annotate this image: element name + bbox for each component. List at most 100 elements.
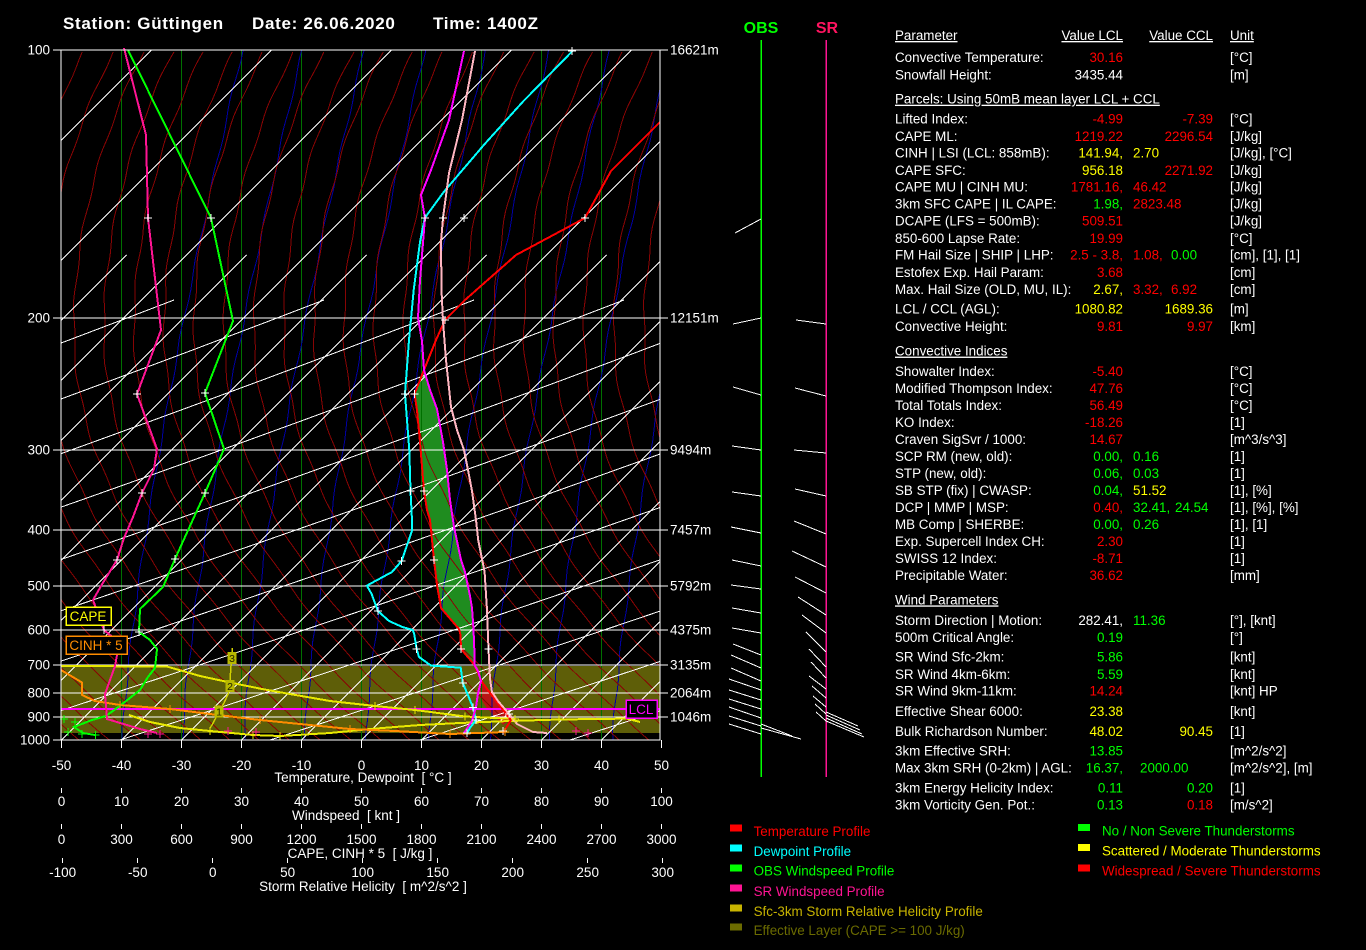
svg-text:Precipitable Water:: Precipitable Water: [895, 568, 1008, 583]
svg-text:[cm], [1], [1]: [cm], [1], [1] [1230, 248, 1300, 263]
svg-text:[1]: [1] [1230, 551, 1245, 566]
svg-text:[m]: [m] [1230, 67, 1249, 82]
svg-text:3km Effective SRH:: 3km Effective SRH: [895, 744, 1011, 759]
svg-text:[1], [1]: [1], [1] [1230, 517, 1267, 532]
svg-text:[J/kg], [°C]: [J/kg], [°C] [1230, 145, 1292, 160]
svg-text:-8.71: -8.71 [1092, 551, 1123, 566]
svg-text:[1]: [1] [1230, 724, 1245, 739]
svg-text:13.85: 13.85 [1089, 744, 1123, 759]
svg-text:40: 40 [594, 758, 609, 773]
svg-text:46.42: 46.42 [1133, 180, 1167, 195]
svg-text:36.62: 36.62 [1089, 568, 1123, 583]
svg-text:300: 300 [651, 865, 674, 880]
svg-text:SR Wind 4km-6km:: SR Wind 4km-6km: [895, 667, 1010, 682]
svg-text:-20: -20 [232, 758, 252, 773]
svg-text:SWISS 12 Index:: SWISS 12 Index: [895, 551, 997, 566]
svg-text:[J/kg]: [J/kg] [1230, 180, 1262, 195]
svg-text:141.94,: 141.94, [1078, 145, 1123, 160]
svg-text:1: 1 [216, 707, 222, 719]
svg-text:Max. Hail Size (OLD, MU, IL):: Max. Hail Size (OLD, MU, IL): [895, 282, 1071, 297]
svg-text:60: 60 [414, 794, 429, 809]
svg-text:5.59: 5.59 [1097, 667, 1123, 682]
svg-text:-7.39: -7.39 [1182, 112, 1213, 127]
svg-text:[1], [%]: [1], [%] [1230, 483, 1272, 498]
svg-text:400: 400 [27, 523, 50, 538]
svg-text:0.06,: 0.06, [1093, 466, 1123, 481]
svg-text:Dewpoint Profile: Dewpoint Profile [754, 844, 852, 859]
svg-text:2823.48: 2823.48 [1133, 197, 1181, 212]
svg-text:Value CCL: Value CCL [1149, 28, 1213, 43]
svg-text:OBS Windspeed Profile: OBS Windspeed Profile [754, 864, 895, 879]
svg-text:[knt]: [knt] [1230, 667, 1255, 682]
svg-text:[1]: [1] [1230, 781, 1245, 796]
svg-text:23.38: 23.38 [1089, 704, 1123, 719]
svg-text:0.19: 0.19 [1097, 630, 1123, 645]
svg-text:20: 20 [174, 794, 189, 809]
svg-text:500: 500 [27, 579, 50, 594]
svg-text:48.02: 48.02 [1089, 724, 1123, 739]
svg-text:9494m: 9494m [670, 443, 711, 458]
svg-text:51.52: 51.52 [1133, 483, 1167, 498]
svg-text:14.24: 14.24 [1089, 684, 1123, 699]
svg-text:[°C]: [°C] [1230, 112, 1252, 127]
svg-text:100: 100 [351, 865, 374, 880]
svg-text:Showalter Index:: Showalter Index: [895, 364, 995, 379]
svg-text:[°C]: [°C] [1230, 398, 1252, 413]
svg-text:[°C]: [°C] [1230, 231, 1252, 246]
svg-text:[1]: [1] [1230, 466, 1245, 481]
svg-text:16621m: 16621m [670, 43, 719, 58]
svg-text:3.68: 3.68 [1097, 265, 1123, 280]
svg-text:CAPE: CAPE [70, 609, 107, 624]
svg-text:3000: 3000 [646, 832, 676, 847]
svg-text:14.67: 14.67 [1089, 432, 1123, 447]
svg-text:SR: SR [816, 20, 839, 37]
svg-text:900: 900 [27, 710, 50, 725]
svg-text:-5.40: -5.40 [1092, 364, 1123, 379]
svg-text:CAPE, CINH * 5 [ J/kg ]: CAPE, CINH * 5 [ J/kg ] [288, 846, 433, 861]
svg-text:1689.36: 1689.36 [1165, 301, 1213, 316]
svg-text:0.00,: 0.00, [1093, 449, 1123, 464]
svg-text:9.97: 9.97 [1187, 319, 1213, 334]
svg-text:Convective Height:: Convective Height: [895, 319, 1007, 334]
svg-text:0.03: 0.03 [1133, 466, 1159, 481]
svg-text:Sfc-3km Storm Relative Helicit: Sfc-3km Storm Relative Helicity Profile [754, 904, 983, 919]
svg-text:700: 700 [27, 658, 50, 673]
svg-text:800: 800 [27, 686, 50, 701]
svg-text:282.41,: 282.41, [1078, 613, 1123, 628]
svg-text:9.81: 9.81 [1097, 319, 1123, 334]
svg-text:3km Energy Helicity Index:: 3km Energy Helicity Index: [895, 781, 1054, 796]
svg-text:0.11: 0.11 [1098, 781, 1123, 796]
svg-text:90: 90 [594, 794, 609, 809]
svg-text:50: 50 [654, 758, 669, 773]
svg-text:Effective Shear 6000:: Effective Shear 6000: [895, 704, 1023, 719]
svg-text:[J/kg]: [J/kg] [1230, 214, 1262, 229]
svg-text:16.37,: 16.37, [1086, 761, 1123, 776]
svg-text:0: 0 [58, 794, 66, 809]
svg-text:2000.00: 2000.00 [1140, 761, 1188, 776]
svg-text:Date: 26.06.2020: Date: 26.06.2020 [252, 14, 396, 33]
svg-text:6.92: 6.92 [1171, 282, 1197, 297]
svg-text:50: 50 [354, 794, 369, 809]
svg-text:24.54: 24.54 [1175, 500, 1209, 515]
svg-text:1.08,: 1.08, [1133, 248, 1163, 263]
svg-text:-50: -50 [52, 758, 72, 773]
svg-text:Storm Direction | Motion:: Storm Direction | Motion: [895, 613, 1042, 628]
svg-text:1000: 1000 [20, 733, 50, 748]
svg-text:LCL: LCL [629, 702, 654, 717]
svg-text:1046m: 1046m [670, 710, 711, 725]
svg-text:2.5 - 3.8,: 2.5 - 3.8, [1070, 248, 1123, 263]
svg-text:-40: -40 [112, 758, 132, 773]
svg-text:850-600 Lapse Rate:: 850-600 Lapse Rate: [895, 231, 1020, 246]
svg-text:0.20: 0.20 [1187, 781, 1213, 796]
svg-text:-4.99: -4.99 [1092, 112, 1123, 127]
svg-text:Max 3km SRH (0-2km) | AGL:: Max 3km SRH (0-2km) | AGL: [895, 761, 1072, 776]
svg-text:7457m: 7457m [670, 523, 711, 538]
svg-text:[J/kg]: [J/kg] [1230, 197, 1262, 212]
svg-text:[m^3/s^3]: [m^3/s^3] [1230, 432, 1286, 447]
svg-text:Total Totals Index:: Total Totals Index: [895, 398, 1002, 413]
svg-text:150: 150 [426, 865, 449, 880]
svg-text:[1]: [1] [1230, 449, 1245, 464]
svg-text:40: 40 [294, 794, 309, 809]
svg-text:0.18: 0.18 [1187, 798, 1213, 813]
svg-text:30: 30 [534, 758, 549, 773]
